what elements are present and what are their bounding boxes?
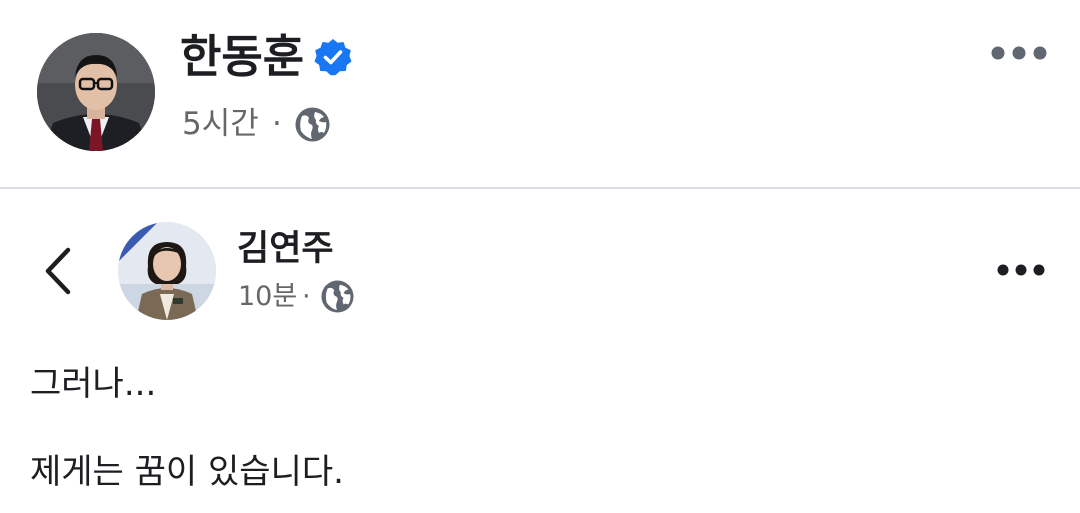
author-name[interactable]: 한동훈 [180, 29, 304, 85]
shared-author-name[interactable]: 김연주 [237, 226, 334, 272]
shared-author-avatar[interactable] [118, 222, 216, 320]
author-avatar[interactable] [37, 33, 155, 151]
author-photo [37, 33, 155, 151]
shared-post-timestamp[interactable]: 10분 [238, 280, 297, 314]
post-timestamp[interactable]: 5시간 [182, 104, 259, 144]
more-options-icon[interactable] [990, 43, 1048, 63]
meta-separator: · [302, 281, 311, 312]
verified-badge-icon [313, 37, 353, 77]
divider [0, 187, 1080, 189]
globe-icon [295, 107, 330, 142]
more-options-icon[interactable] [997, 261, 1045, 279]
shared-author-photo [118, 222, 216, 320]
meta-separator: · [272, 106, 282, 142]
globe-icon [321, 280, 354, 313]
post-text-line: 그러나... [30, 364, 157, 404]
post-text-line: 제게는 꿈이 있습니다. [30, 452, 344, 492]
chevron-left-icon[interactable] [40, 246, 76, 296]
